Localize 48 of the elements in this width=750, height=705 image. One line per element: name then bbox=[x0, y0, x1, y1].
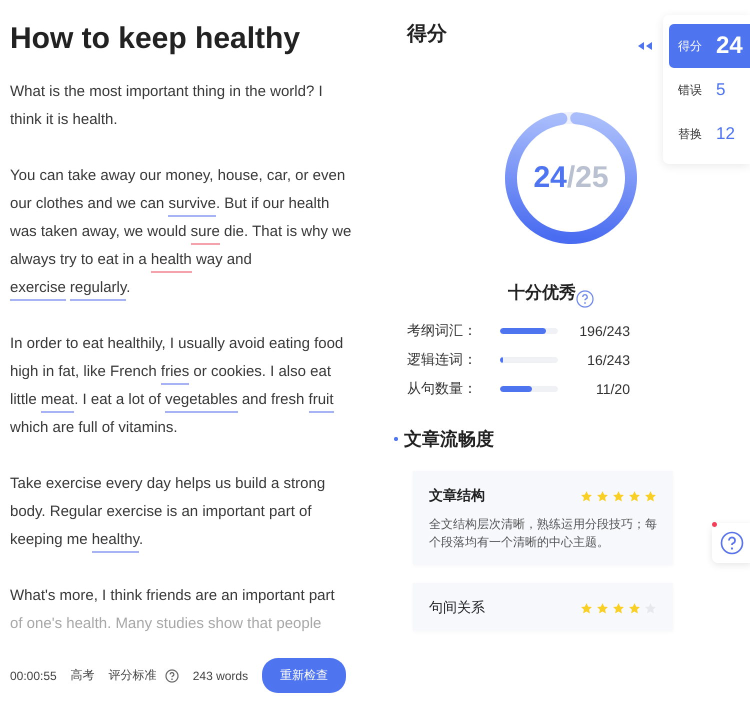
rating-label: 十分优秀 bbox=[508, 282, 576, 304]
score-tab[interactable]: 替换 12 bbox=[669, 112, 750, 156]
star-icon bbox=[596, 602, 609, 614]
help-icon[interactable] bbox=[164, 668, 179, 682]
metric-bar bbox=[500, 356, 558, 362]
metric-value: 16/243 bbox=[586, 352, 630, 368]
metric-bar bbox=[500, 386, 558, 392]
help-button[interactable] bbox=[712, 523, 750, 563]
metric-label: 从句数量： bbox=[407, 380, 478, 398]
timer: 00:00:55 bbox=[10, 668, 57, 682]
score-heading: 得分 bbox=[407, 22, 447, 47]
star-icon bbox=[580, 602, 593, 614]
essay-paragraph: In order to eat healthily, I usually avoid eating food high in fat, like French fries or cookies. I also eat little meat. I eat a lot of vegetables and fresh fruit which are full of vitamins. bbox=[10, 334, 344, 438]
score-total: /25 bbox=[566, 161, 609, 195]
essay-paragraph: You can take away our money, house, car, or even our clothes and we can survive. But if our health was taken away, we would sure die. That is why we always try to eat in a health way and exercise regularly. bbox=[10, 162, 358, 302]
essay-title: How to keep healthy bbox=[10, 22, 302, 56]
criteria-label: 评分标准 bbox=[108, 667, 157, 684]
star-icon bbox=[580, 490, 593, 502]
star-icon bbox=[644, 490, 657, 502]
star-icon bbox=[612, 490, 625, 502]
metric-bar bbox=[500, 328, 558, 334]
help-icon bbox=[720, 531, 744, 555]
star-icon bbox=[628, 490, 641, 502]
recheck-button[interactable]: 重新检查 bbox=[262, 658, 346, 693]
bullet-icon bbox=[394, 437, 398, 441]
metric-value: 196/243 bbox=[578, 322, 630, 338]
score-tab[interactable]: 错误 5 bbox=[669, 68, 750, 112]
essay-paragraph: What's more, I think friends are an important part bbox=[10, 586, 336, 606]
essay-text: of one's health. Many studies show that people bbox=[10, 614, 322, 634]
essay-paragraph: What is the most important thing in the world? I think it is health. bbox=[10, 82, 324, 130]
card-title: 文章结构 bbox=[429, 487, 485, 505]
star-icon bbox=[596, 490, 609, 502]
collapse-icon[interactable] bbox=[637, 41, 653, 51]
card-text: 全文结构层次清晰，熟练运用分段技巧；每个段落均有一个清晰的中心主题。 bbox=[429, 516, 657, 551]
section-heading: 文章流畅度 bbox=[404, 428, 494, 451]
metric-label: 逻辑连词： bbox=[407, 350, 478, 368]
score-value: 24 bbox=[533, 161, 567, 195]
word-count: 243 words bbox=[192, 668, 248, 682]
star-icon bbox=[628, 602, 641, 614]
essay-paragraph: Take exercise every day helps us build a strong body. Regular exercise is an important part of keeping me healthy. bbox=[10, 470, 358, 554]
score-tab[interactable]: 得分 24 bbox=[669, 24, 750, 68]
notification-dot bbox=[712, 522, 717, 527]
exam-type: 高考 bbox=[70, 667, 95, 684]
metric-label: 考纲词汇： bbox=[407, 322, 478, 340]
card-title: 句间关系 bbox=[429, 599, 485, 617]
star-icon bbox=[612, 602, 625, 614]
metric-value: 11/20 bbox=[595, 380, 630, 396]
help-icon[interactable] bbox=[576, 290, 594, 308]
